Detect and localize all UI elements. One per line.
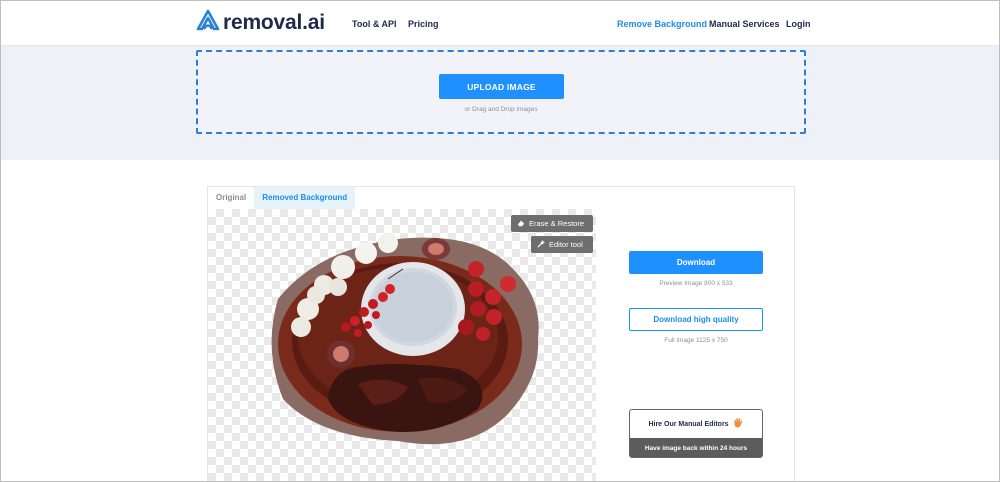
hire-title: Hire Our Manual Editors	[648, 420, 729, 428]
removal-logo-icon	[196, 9, 220, 38]
nav-login[interactable]: Login	[786, 19, 811, 29]
full-image-meta: Full image 1125 x 750	[664, 337, 728, 344]
result-tabs: Original Removed Background	[208, 187, 794, 209]
tab-removed-background[interactable]: Removed Background	[254, 187, 356, 209]
download-button[interactable]: Download	[629, 251, 763, 274]
nav-manual-services[interactable]: Manual Services	[709, 19, 780, 29]
upload-image-button[interactable]: UPLOAD IMAGE	[439, 74, 564, 99]
erase-restore-label: Erase & Restore	[529, 219, 585, 228]
download-high-quality-button[interactable]: Download high quality	[629, 308, 763, 331]
magic-wand-icon	[537, 239, 545, 250]
upload-section: UPLOAD IMAGE or Drag and Drop images	[0, 46, 1000, 160]
editor-tool-button[interactable]: Editor tool	[531, 236, 593, 253]
hire-manual-editors-card[interactable]: Hire Our Manual Editors Have image back …	[629, 409, 763, 458]
nav-pricing[interactable]: Pricing	[408, 19, 439, 29]
editor-tool-label: Editor tool	[549, 240, 583, 249]
drag-drop-hint: or Drag and Drop images	[464, 106, 538, 113]
nav-remove-background[interactable]: Remove Background	[617, 19, 707, 29]
top-header: removal.ai Tool & API Pricing Remove Bac…	[0, 0, 1000, 46]
hire-subtitle: Have image back within 24 hours	[630, 438, 762, 457]
image-preview-canvas[interactable]: Erase & Restore Editor tool	[208, 209, 596, 482]
eraser-icon	[517, 219, 525, 229]
logo[interactable]: removal.ai	[196, 9, 325, 38]
preview-image-meta: Preview Image 800 x 533	[659, 280, 733, 287]
waving-hand-icon	[732, 417, 744, 431]
tab-original[interactable]: Original	[208, 187, 254, 209]
nav-tool-api[interactable]: Tool & API	[352, 19, 397, 29]
drop-zone[interactable]: UPLOAD IMAGE or Drag and Drop images	[196, 50, 806, 134]
logo-text: removal.ai	[223, 11, 325, 34]
hire-title-row: Hire Our Manual Editors	[630, 410, 762, 438]
result-card: Original Removed Background Erase & Rest…	[207, 186, 795, 482]
erase-restore-button[interactable]: Erase & Restore	[511, 215, 593, 232]
